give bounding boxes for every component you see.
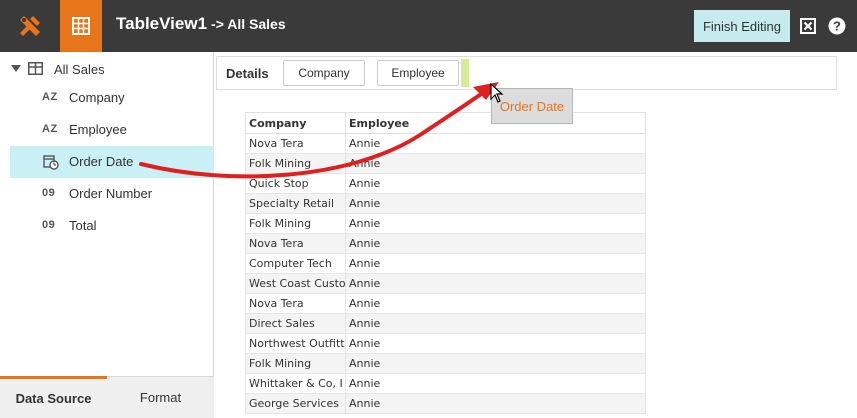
svg-text:?: ? bbox=[833, 19, 841, 34]
cell-company: West Coast Custo bbox=[245, 273, 346, 294]
cell-company: Whittaker & Co, I bbox=[245, 373, 346, 394]
field-label: Order Date bbox=[69, 154, 134, 169]
column-header-company[interactable]: Company bbox=[245, 112, 346, 134]
cell-employee: Annie bbox=[345, 373, 646, 394]
tree-root-label: All Sales bbox=[54, 62, 105, 77]
cell-company: Folk Mining bbox=[245, 353, 346, 374]
table-row[interactable]: George Services Annie bbox=[245, 393, 646, 414]
table-row[interactable]: Direct Sales Annie bbox=[245, 313, 646, 334]
number-type-icon: 09 bbox=[42, 219, 56, 231]
tools-icon bbox=[20, 16, 40, 36]
cell-employee: Annie bbox=[345, 293, 646, 314]
cell-employee: Annie bbox=[345, 173, 646, 194]
cell-employee: Annie bbox=[345, 393, 646, 414]
field-company[interactable]: AZ Company bbox=[10, 82, 214, 114]
cell-employee: Annie bbox=[345, 213, 646, 234]
finish-editing-button[interactable]: Finish Editing bbox=[694, 10, 790, 42]
cell-company: Quick Stop bbox=[245, 173, 346, 194]
cell-employee: Annie bbox=[345, 313, 646, 334]
cell-employee: Annie bbox=[345, 233, 646, 254]
tab-data-source[interactable]: Data Source bbox=[0, 376, 107, 418]
table-row[interactable]: Quick Stop Annie bbox=[245, 173, 646, 194]
cell-company: Computer Tech bbox=[245, 253, 346, 274]
cell-company: Folk Mining bbox=[245, 153, 346, 174]
cell-employee: Annie bbox=[345, 193, 646, 214]
cell-company: Nova Tera bbox=[245, 233, 346, 254]
top-bar: TableView1 -> All Sales Finish Editing ? bbox=[0, 0, 857, 52]
mouse-cursor-icon bbox=[490, 83, 504, 103]
table-row[interactable]: West Coast Custo Annie bbox=[245, 273, 646, 294]
cell-company: George Services bbox=[245, 393, 346, 414]
app-logo[interactable] bbox=[0, 0, 60, 52]
number-type-icon: 09 bbox=[42, 187, 56, 199]
view-name: TableView1 bbox=[116, 14, 208, 33]
table-row[interactable]: Computer Tech Annie bbox=[245, 253, 646, 274]
table-row[interactable]: Nova Tera Annie bbox=[245, 293, 646, 314]
text-type-icon: AZ bbox=[42, 91, 58, 103]
table-row[interactable]: Folk Mining Annie bbox=[245, 353, 646, 374]
table-row[interactable]: Folk Mining Annie bbox=[245, 213, 646, 234]
table-icon bbox=[28, 62, 43, 75]
text-type-icon: AZ bbox=[42, 123, 58, 135]
field-total[interactable]: 09 Total bbox=[10, 210, 214, 242]
table-row[interactable]: Folk Mining Annie bbox=[245, 153, 646, 174]
tree-root-all-sales[interactable]: All Sales bbox=[0, 58, 214, 80]
table-row[interactable]: Whittaker & Co, I Annie bbox=[245, 373, 646, 394]
field-order-number[interactable]: 09 Order Number bbox=[10, 178, 214, 210]
grid-icon bbox=[72, 17, 90, 35]
cell-employee: Annie bbox=[345, 153, 646, 174]
drop-position-marker bbox=[461, 59, 469, 87]
cell-employee: Annie bbox=[345, 253, 646, 274]
field-employee[interactable]: AZ Employee bbox=[10, 114, 214, 146]
fields-sidebar: All Sales AZ Company AZ Employee Order D… bbox=[0, 52, 214, 418]
table-row[interactable]: Specialty Retail Annie bbox=[245, 193, 646, 214]
table-body: Nova Tera Annie Folk Mining Annie Quick Stop… bbox=[245, 133, 646, 414]
field-label: Employee bbox=[69, 122, 127, 137]
table-header-row: Company Employee bbox=[245, 112, 646, 134]
table-row[interactable]: Nova Tera Annie bbox=[245, 133, 646, 154]
cell-company: Direct Sales bbox=[245, 313, 346, 334]
page-title: TableView1 -> All Sales bbox=[116, 14, 286, 34]
app-window: TableView1 -> All Sales Finish Editing ? … bbox=[0, 0, 857, 418]
close-icon[interactable] bbox=[800, 18, 816, 34]
date-type-icon bbox=[43, 155, 59, 170]
table-view-tab[interactable] bbox=[60, 0, 102, 52]
field-order-date[interactable]: Order Date bbox=[10, 146, 214, 178]
cell-company: Folk Mining bbox=[245, 213, 346, 234]
cell-company: Nova Tera bbox=[245, 133, 346, 154]
caret-down-icon[interactable] bbox=[11, 65, 21, 72]
field-label: Order Number bbox=[69, 186, 153, 201]
cell-company: Nova Tera bbox=[245, 293, 346, 314]
tab-format[interactable]: Format bbox=[107, 376, 214, 418]
field-label: Company bbox=[69, 90, 125, 105]
details-chip-employee[interactable]: Employee bbox=[377, 60, 459, 86]
table-row[interactable]: Northwest Outfitt Annie bbox=[245, 333, 646, 354]
cell-company: Northwest Outfitt bbox=[245, 333, 346, 354]
cell-employee: Annie bbox=[345, 333, 646, 354]
cell-employee: Annie bbox=[345, 273, 646, 294]
field-label: Total bbox=[69, 218, 97, 233]
details-label: Details bbox=[226, 66, 269, 81]
cell-company: Specialty Retail bbox=[245, 193, 346, 214]
help-icon[interactable]: ? bbox=[828, 17, 846, 35]
data-table: Company Employee Nova Tera Annie Folk Mini… bbox=[245, 112, 646, 414]
details-drop-zone[interactable]: Details Company Employee bbox=[216, 56, 837, 90]
details-chip-company[interactable]: Company bbox=[283, 60, 365, 86]
table-row[interactable]: Nova Tera Annie bbox=[245, 233, 646, 254]
cell-employee: Annie bbox=[345, 133, 646, 154]
cell-employee: Annie bbox=[345, 353, 646, 374]
data-source-name: -> All Sales bbox=[211, 16, 286, 32]
sidebar-tabs: Data Source Format bbox=[0, 376, 214, 418]
